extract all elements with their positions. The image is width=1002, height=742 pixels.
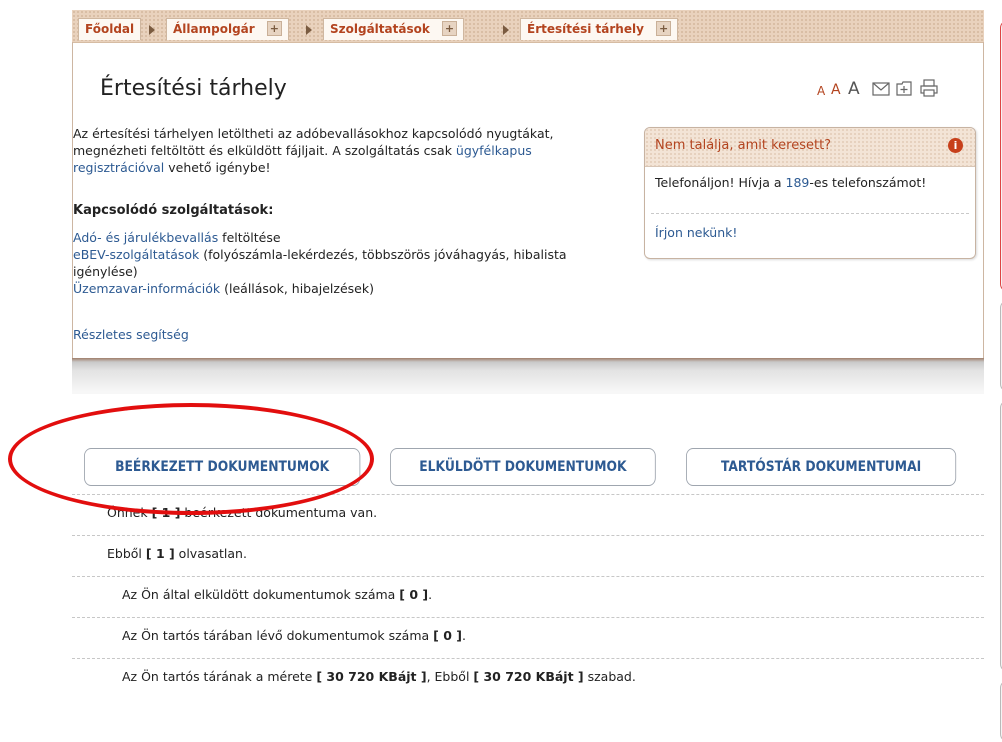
tab-permanent-storage-documents[interactable]: TARTÓSTÁR DOKUMENTUMAI (686, 448, 957, 486)
breadcrumb-item-notification-storage[interactable]: Értesítési tárhely + (520, 18, 679, 40)
bookmark-add-icon[interactable] (896, 81, 912, 96)
stat-row-permanent: Az Ön tartós tárában lévő dokumentumok s… (72, 617, 984, 658)
phone-number-link[interactable]: 189 (786, 175, 810, 190)
stat-value: [ 0 ] (399, 587, 429, 602)
font-medium-button[interactable]: A (831, 82, 841, 98)
document-stats: Önnek [ 1 ] beérkezett dokumentuma van. … (72, 494, 984, 699)
intro-text: Az értesítési tárhelyen letöltheti az ad… (73, 125, 618, 176)
stat-label: Az Ön által elküldött dokumentumok száma (122, 587, 400, 602)
tab-sent-documents[interactable]: ELKÜLDÖTT DOKUMENTUMOK (390, 448, 656, 486)
plus-icon[interactable]: + (442, 21, 458, 36)
related-service-desc: feltöltése (218, 230, 281, 245)
print-icon[interactable] (920, 79, 938, 97)
help-box-phone-text: Telefonáljon! Hívja a 189-es telefonszám… (655, 174, 965, 191)
related-service-item: Üzemzavar-információk (leállások, hibaje… (73, 280, 618, 297)
stat-row-unread: Ebből [ 1 ] olvasatlan. (72, 535, 984, 576)
section-divider (72, 358, 984, 394)
related-service-item: Adó- és járulékbevallás feltöltése (73, 229, 618, 246)
intro-text-part: vehető igénybe! (164, 160, 271, 175)
content-border (72, 42, 73, 358)
font-small-button[interactable]: A (817, 84, 825, 98)
font-large-button[interactable]: A (848, 79, 860, 99)
content-border (983, 42, 984, 358)
stat-label: olvasatlan. (174, 546, 247, 561)
outage-info-link[interactable]: Üzemzavar-információk (73, 281, 220, 296)
stat-label: . (461, 628, 466, 643)
related-services-list: Adó- és járulékbevallás feltöltése eBEV-… (73, 229, 618, 297)
breadcrumb-item-citizen[interactable]: Állampolgár + (166, 18, 289, 40)
related-services-heading: Kapcsolódó szolgáltatások: (73, 203, 274, 218)
help-box: Nem találja, amit keresett? i Telefonálj… (644, 127, 976, 259)
email-icon[interactable] (872, 82, 890, 96)
stat-value: [ 30 720 KBájt ] (316, 669, 427, 684)
highlight-ellipse (8, 403, 374, 515)
breadcrumb-arrow-icon (149, 25, 155, 35)
page: Főoldal Állampolgár + Szolgáltatások + É… (0, 0, 1002, 742)
ebev-services-link[interactable]: eBEV-szolgáltatások (73, 247, 199, 262)
related-service-item: eBEV-szolgáltatások (folyószámla-lekérde… (73, 246, 618, 280)
stat-value: [ 30 720 KBájt ] (473, 669, 584, 684)
stat-label: . (428, 587, 433, 602)
help-box-title: Nem találja, amit keresett? (655, 138, 832, 153)
stat-text: Az Ön tartós tárában lévő dokumentumok s… (122, 628, 466, 643)
breadcrumb: Főoldal Állampolgár + Szolgáltatások + É… (72, 10, 984, 43)
breadcrumb-arrow-icon (306, 25, 312, 35)
stat-label: , Ebből (426, 669, 474, 684)
stat-text: Ebből [ 1 ] olvasatlan. (107, 546, 247, 561)
breadcrumb-label: Szolgáltatások (330, 22, 430, 36)
breadcrumb-label: Állampolgár (173, 22, 255, 36)
stat-text: Az Ön által elküldött dokumentumok száma… (122, 587, 432, 602)
stat-label: Az Ön tartós tárának a mérete (122, 669, 317, 684)
stat-value: [ 0 ] (433, 628, 462, 643)
write-to-us-link[interactable]: Írjon nekünk! (655, 225, 737, 240)
divider (651, 213, 969, 214)
breadcrumb-arrow-icon (503, 25, 509, 35)
plus-icon[interactable]: + (266, 21, 282, 36)
stat-value: [ 1 ] (145, 546, 175, 561)
stat-label: szabad. (583, 669, 636, 684)
phone-text: -es telefonszámot! (809, 175, 927, 190)
stat-text: Az Ön tartós tárának a mérete [ 30 720 K… (122, 669, 636, 684)
stat-label: Ebből (107, 546, 146, 561)
stat-row-storage-size: Az Ön tartós tárának a mérete [ 30 720 K… (72, 658, 984, 699)
phone-text: Telefonáljon! Hívja a (655, 175, 786, 190)
breadcrumb-item-services[interactable]: Szolgáltatások + (323, 18, 465, 40)
breadcrumb-item-home[interactable]: Főoldal (78, 18, 142, 40)
detailed-help-link[interactable]: Részletes segítség (73, 327, 189, 342)
plus-icon[interactable]: + (656, 21, 672, 36)
breadcrumb-label: Főoldal (85, 22, 135, 36)
breadcrumb-label: Értesítési tárhely (527, 22, 644, 36)
stat-row-sent: Az Ön által elküldött dokumentumok száma… (72, 576, 984, 617)
info-icon[interactable]: i (948, 138, 963, 153)
stat-label: Az Ön tartós tárában lévő dokumentumok s… (122, 628, 434, 643)
page-title: Értesítési tárhely (100, 76, 287, 101)
related-service-desc: (leállások, hibajelzések) (220, 281, 374, 296)
tax-return-link[interactable]: Adó- és járulékbevallás (73, 230, 218, 245)
